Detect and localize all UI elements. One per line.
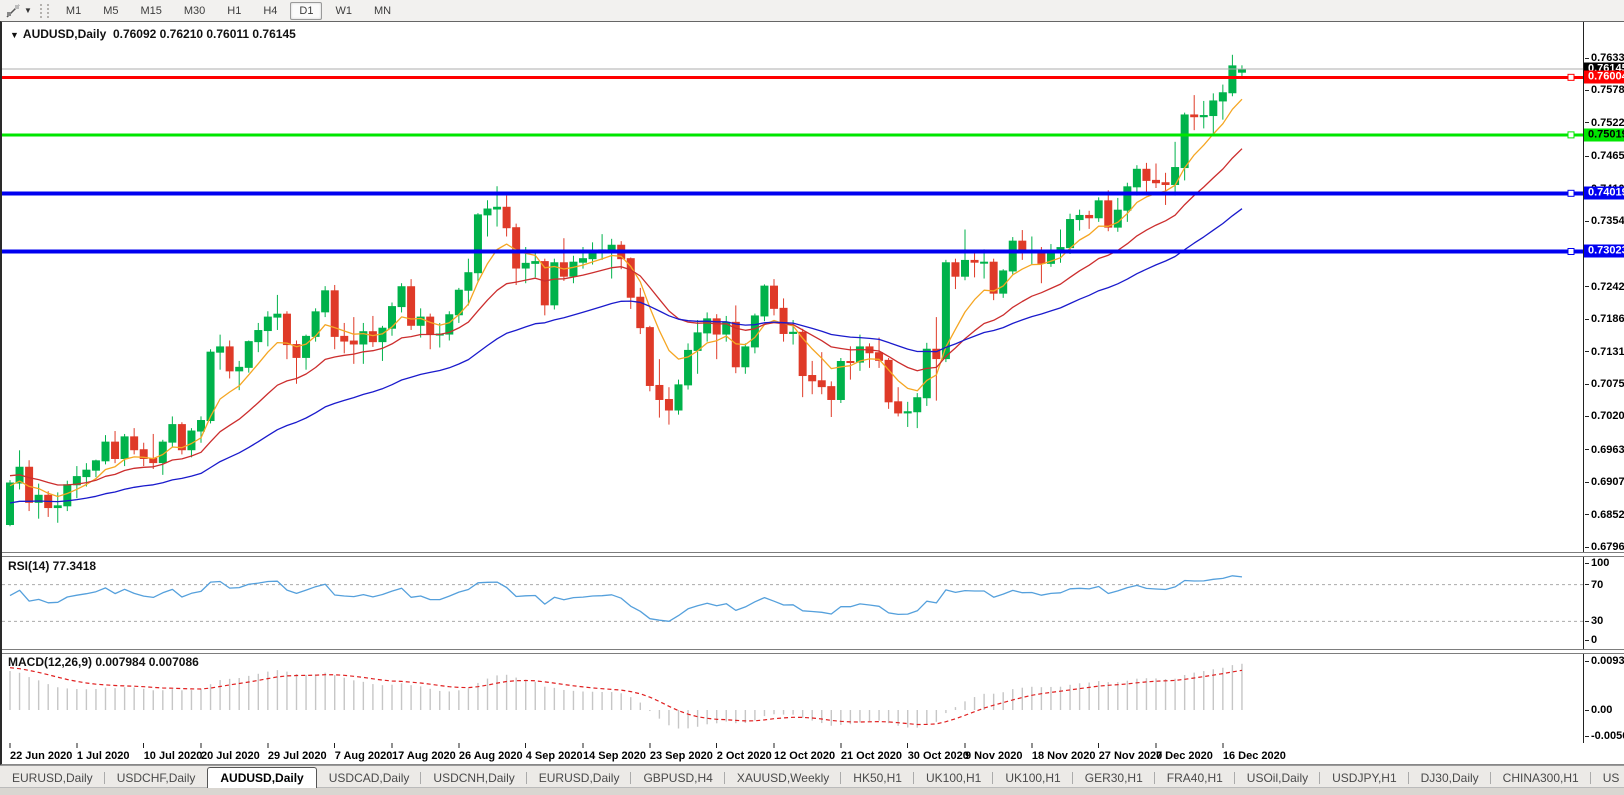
price-axis-label: 0.70755 bbox=[1585, 378, 1624, 390]
collapse-triangle-icon[interactable]: ▼ bbox=[10, 30, 19, 40]
date-axis-label: 30 Oct 2020 bbox=[907, 750, 969, 762]
price-axis-label: 0.71310 bbox=[1585, 346, 1624, 358]
chart-tab-bar: EURUSD,Daily USDCHF,Daily AUDUSD,Daily USDC… bbox=[0, 765, 1624, 788]
date-axis-label: 21 Oct 2020 bbox=[840, 750, 902, 762]
date-axis-label: 22 Jun 2020 bbox=[10, 750, 73, 762]
timeframe-button-h4[interactable]: H4 bbox=[254, 2, 286, 20]
crosshair-line-icon bbox=[6, 3, 20, 18]
timeframe-button-h1[interactable]: H1 bbox=[218, 2, 250, 20]
price-chart-canvas[interactable] bbox=[2, 22, 1583, 766]
price-axis-label: 0.67965 bbox=[1585, 541, 1624, 553]
chart-tab-hk50-h1[interactable]: HK50,H1 bbox=[841, 768, 914, 788]
price-axis-label: 0.69075 bbox=[1585, 476, 1624, 488]
pane-splitter-rsi[interactable] bbox=[2, 552, 1624, 557]
chart-tab-dj30-daily[interactable]: DJ30,Daily bbox=[1409, 768, 1491, 788]
chart-tab-audusd-daily[interactable]: AUDUSD,Daily bbox=[207, 767, 317, 788]
price-axis-label: 0.70200 bbox=[1585, 410, 1624, 422]
chart-window: ▼ AUDUSD,Daily 0.76092 0.76210 0.76011 0.… bbox=[0, 21, 1624, 765]
price-axis-label: 0.74655 bbox=[1585, 150, 1624, 162]
date-axis-label: 9 Nov 2020 bbox=[965, 750, 1023, 762]
timeframe-button-mn[interactable]: MN bbox=[365, 2, 400, 20]
status-bar bbox=[0, 787, 1624, 795]
rsi-indicator-label: RSI(14) 77.3418 bbox=[8, 559, 97, 573]
chart-ohlc-values: 0.76092 0.76210 0.76011 0.76145 bbox=[112, 27, 296, 41]
macd-indicator-label: MACD(12,26,9) 0.007984 0.007086 bbox=[8, 655, 199, 669]
date-axis-label: 23 Sep 2020 bbox=[649, 750, 713, 762]
chart-tab-uk100-h1[interactable]: UK100,H1 bbox=[914, 768, 994, 788]
chart-tab-usoil-daily[interactable]: USOil,Daily bbox=[1235, 768, 1321, 788]
price-axis-label: 0.69630 bbox=[1585, 444, 1624, 456]
toolbar: ▼ M1 M5 M15 M30 H1 H4 D1 W1 MN bbox=[0, 0, 1624, 22]
chart-tab-usdcad-daily[interactable]: USDCAD,Daily bbox=[317, 768, 422, 788]
date-axis-label: 10 Jul 2020 bbox=[143, 750, 203, 762]
rsi-axis-label: 70 bbox=[1585, 579, 1603, 591]
hline-price-badge: 0.73023 bbox=[1584, 244, 1624, 258]
chart-tab-ger30-h1[interactable]: GER30,H1 bbox=[1073, 768, 1155, 788]
timeframe-button-m15[interactable]: M15 bbox=[131, 2, 170, 20]
chart-tab-xauusd-weekly[interactable]: XAUUSD,Weekly bbox=[725, 768, 842, 788]
hline-price-badge: 0.76004 bbox=[1584, 70, 1624, 84]
chart-tab-usdjpy-h1[interactable]: USDJPY,H1 bbox=[1320, 768, 1409, 788]
price-axis-label: 0.72420 bbox=[1585, 281, 1624, 293]
chart-tab-gbpusd-h4[interactable]: GBPUSD,H4 bbox=[631, 768, 725, 788]
rsi-axis-label: 30 bbox=[1585, 615, 1603, 627]
chart-tab-china300-h1[interactable]: CHINA300,H1 bbox=[1491, 768, 1591, 788]
price-axis-label: 0.71865 bbox=[1585, 313, 1624, 325]
chart-tab-uk100-h1[interactable]: UK100,H1 bbox=[993, 768, 1073, 788]
timeframe-button-d1[interactable]: D1 bbox=[290, 1, 323, 20]
timeframe-button-m30[interactable]: M30 bbox=[175, 2, 214, 20]
date-axis-label: 2 Oct 2020 bbox=[716, 750, 772, 762]
date-axis-label: 29 Jul 2020 bbox=[267, 750, 327, 762]
rsi-axis-label: 0 bbox=[1585, 634, 1597, 646]
date-axis-label: 16 Dec 2020 bbox=[1222, 750, 1286, 762]
chart-tab-us[interactable]: US bbox=[1591, 768, 1624, 788]
hline-price-badge: 0.75019 bbox=[1584, 128, 1624, 142]
date-axis-label: 17 Aug 2020 bbox=[392, 750, 456, 762]
macd-axis-label: 0.00 bbox=[1585, 704, 1612, 716]
date-axis-label: 26 Aug 2020 bbox=[458, 750, 523, 762]
date-axis-label: 1 Jul 2020 bbox=[76, 750, 130, 762]
price-axis-label: 0.73545 bbox=[1585, 215, 1624, 227]
date-axis-label: 27 Nov 2020 bbox=[1098, 750, 1163, 762]
timeframe-button-m1[interactable]: M1 bbox=[57, 2, 90, 20]
price-axis-label: 0.68520 bbox=[1585, 509, 1624, 521]
macd-axis-label: -0.005674 bbox=[1585, 730, 1624, 742]
mt4-application: { "toolbar": { "timeframes": ["M1","M5",… bbox=[0, 0, 1624, 795]
macd-axis-label: 0.009318 bbox=[1585, 655, 1624, 667]
chart-tab-usdcnh-daily[interactable]: USDCNH,Daily bbox=[421, 768, 527, 788]
price-axis-label: 0.75225 bbox=[1585, 117, 1624, 129]
chart-tab-eurusd-daily[interactable]: EURUSD,Daily bbox=[527, 768, 632, 788]
chart-title: ▼ AUDUSD,Daily 0.76092 0.76210 0.76011 0.… bbox=[10, 27, 296, 41]
chevron-down-icon: ▼ bbox=[24, 6, 32, 15]
chart-tab-eurusd-daily[interactable]: EURUSD,Daily bbox=[0, 768, 105, 788]
timeframe-button-m5[interactable]: M5 bbox=[94, 2, 127, 20]
timeframe-button-group: M1 M5 M15 M30 H1 H4 D1 W1 MN bbox=[55, 1, 402, 20]
date-axis-label: 4 Sep 2020 bbox=[525, 750, 583, 762]
timeframe-button-w1[interactable]: W1 bbox=[326, 2, 361, 20]
price-axis-label: 0.75780 bbox=[1585, 84, 1624, 96]
date-axis-label: 14 Sep 2020 bbox=[583, 750, 646, 762]
chart-tab-fra40-h1[interactable]: FRA40,H1 bbox=[1155, 768, 1235, 788]
date-axis-label: 7 Dec 2020 bbox=[1156, 750, 1213, 762]
date-axis-label: 18 Nov 2020 bbox=[1031, 750, 1096, 762]
date-axis-label: 7 Aug 2020 bbox=[334, 750, 393, 762]
pane-splitter-macd[interactable] bbox=[2, 649, 1624, 654]
chart-tab-usdchf-daily[interactable]: USDCHF,Daily bbox=[105, 768, 208, 788]
rsi-axis-label: 100 bbox=[1585, 557, 1609, 569]
date-axis-label: 12 Oct 2020 bbox=[774, 750, 836, 762]
chart-symbol-label: AUDUSD,Daily bbox=[22, 27, 107, 41]
line-studies-tool-button[interactable]: ▼ bbox=[0, 0, 38, 21]
date-axis-label: 20 Jul 2020 bbox=[201, 750, 260, 762]
hline-price-badge: 0.74019 bbox=[1584, 186, 1624, 200]
toolbar-grip-handle[interactable] bbox=[39, 3, 49, 18]
